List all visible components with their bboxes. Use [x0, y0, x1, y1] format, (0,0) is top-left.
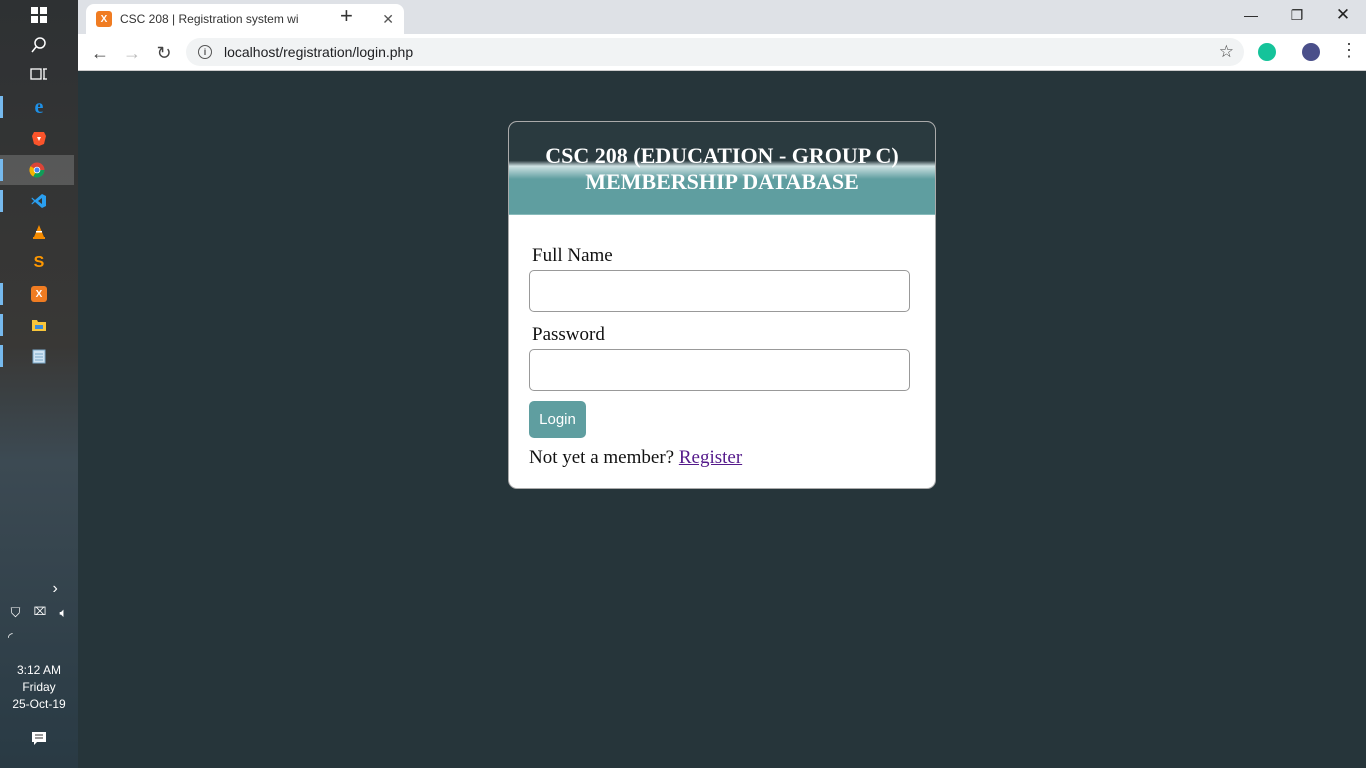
address-bar[interactable]: i localhost/registration/login.php ☆: [186, 38, 1244, 66]
clock[interactable]: 3:12 AM Friday 25-Oct-19: [0, 662, 78, 713]
minimize-button[interactable]: —: [1228, 0, 1274, 30]
notification-icon: [32, 732, 46, 745]
grammarly-extension-icon[interactable]: [1258, 43, 1276, 61]
browser-tab[interactable]: X CSC 208 | Registration system wi ✕: [86, 4, 404, 34]
chevron-right-icon[interactable]: ›: [52, 580, 57, 598]
title-line-1: CSC 208 (EDUCATION - GROUP C): [545, 143, 899, 168]
start-button[interactable]: [0, 0, 78, 30]
sublime-icon: S: [33, 254, 45, 271]
windows-logo-icon: [31, 7, 47, 23]
chrome-menu-icon[interactable]: ⋮: [1340, 40, 1358, 61]
full-name-label: Full Name: [532, 245, 613, 266]
edge-icon: e: [34, 95, 44, 118]
running-indicator: [0, 190, 3, 212]
full-name-input[interactable]: [529, 270, 910, 312]
volume-icon[interactable]: 🔈︎: [60, 605, 68, 621]
vlc-icon: [33, 225, 45, 239]
arrow-right-icon: →: [123, 42, 141, 63]
close-window-button[interactable]: ✕: [1320, 0, 1366, 30]
taskbar-xampp[interactable]: X: [0, 279, 78, 309]
running-indicator: [0, 345, 3, 367]
password-input[interactable]: [529, 349, 910, 391]
site-info-icon[interactable]: i: [198, 45, 212, 59]
tab-close-icon[interactable]: ✕: [382, 11, 394, 28]
taskbar-brave[interactable]: [0, 124, 78, 154]
arrow-left-icon: ←: [91, 42, 109, 63]
member-prompt-text: Not yet a member?: [529, 447, 675, 468]
security-shield-icon[interactable]: ⛉: [11, 605, 21, 621]
register-prompt: Not yet a member? Register: [529, 447, 910, 469]
title-line-2: MEMBERSHIP DATABASE: [585, 169, 859, 194]
vscode-icon: [31, 194, 46, 208]
file-explorer-icon: [32, 320, 46, 331]
restore-button[interactable]: ❐: [1274, 0, 1320, 30]
browser-tab-strip: X CSC 208 | Registration system wi ✕ + —…: [78, 0, 1366, 34]
taskbar-search-button[interactable]: [0, 30, 78, 60]
running-indicator: [0, 159, 3, 181]
brave-icon: [32, 132, 46, 146]
clock-time: 3:12 AM: [16, 663, 62, 677]
running-indicator: [0, 314, 3, 336]
password-label: Password: [532, 324, 605, 345]
browser-toolbar: ← → ↻ i localhost/registration/login.php…: [78, 34, 1366, 71]
clock-day: Friday: [22, 680, 56, 694]
new-tab-button[interactable]: +: [340, 5, 353, 27]
wifi-icon[interactable]: ◜: [8, 630, 13, 644]
task-view-icon: [30, 68, 47, 80]
running-indicator: [0, 96, 3, 118]
windows-taskbar: e S X › ⛉ ⌧ 🔈︎ ◜ 3:12 AM Friday 25-Oct-1…: [0, 0, 78, 768]
network-adapter-icon[interactable]: ⌧: [34, 605, 47, 621]
back-button[interactable]: ←: [87, 40, 113, 66]
login-card: CSC 208 (EDUCATION - GROUP C) MEMBERSHIP…: [508, 121, 936, 489]
chrome-icon: [29, 162, 45, 178]
taskbar-vlc[interactable]: [0, 217, 78, 247]
action-center-button[interactable]: [0, 730, 78, 749]
login-button[interactable]: Login: [529, 401, 586, 438]
register-link[interactable]: Register: [679, 447, 742, 468]
show-hidden-icons-row: ›: [0, 580, 78, 598]
login-form: Full Name Password Login Not yet a membe…: [509, 215, 935, 469]
reload-icon: ↻: [156, 42, 172, 63]
task-view-button[interactable]: [0, 59, 78, 89]
xampp-favicon-icon: X: [96, 11, 112, 27]
profile-avatar[interactable]: [1302, 43, 1320, 61]
taskbar-vscode[interactable]: [0, 186, 78, 216]
tab-title: CSC 208 | Registration system wi: [120, 12, 299, 26]
notepad-icon: [32, 349, 46, 364]
taskbar-chrome[interactable]: [0, 155, 74, 185]
running-indicator: [0, 283, 3, 305]
tray-icons-row: ⛉ ⌧ 🔈︎: [0, 605, 78, 621]
card-header: CSC 208 (EDUCATION - GROUP C) MEMBERSHIP…: [509, 122, 935, 215]
bookmark-star-icon[interactable]: ☆: [1219, 42, 1234, 62]
clock-date: 25-Oct-19: [12, 697, 66, 711]
xampp-icon: X: [31, 286, 47, 302]
forward-button[interactable]: →: [119, 40, 145, 66]
page-title: CSC 208 (EDUCATION - GROUP C) MEMBERSHIP…: [509, 143, 935, 195]
taskbar-file-explorer[interactable]: [0, 310, 78, 340]
taskbar-edge[interactable]: e: [0, 92, 78, 122]
wifi-row: ◜: [0, 630, 78, 644]
search-icon: [31, 37, 46, 53]
url-text: localhost/registration/login.php: [224, 44, 414, 60]
taskbar-sublime[interactable]: S: [0, 248, 78, 278]
taskbar-notepad[interactable]: [0, 341, 78, 371]
reload-button[interactable]: ↻: [151, 40, 177, 66]
